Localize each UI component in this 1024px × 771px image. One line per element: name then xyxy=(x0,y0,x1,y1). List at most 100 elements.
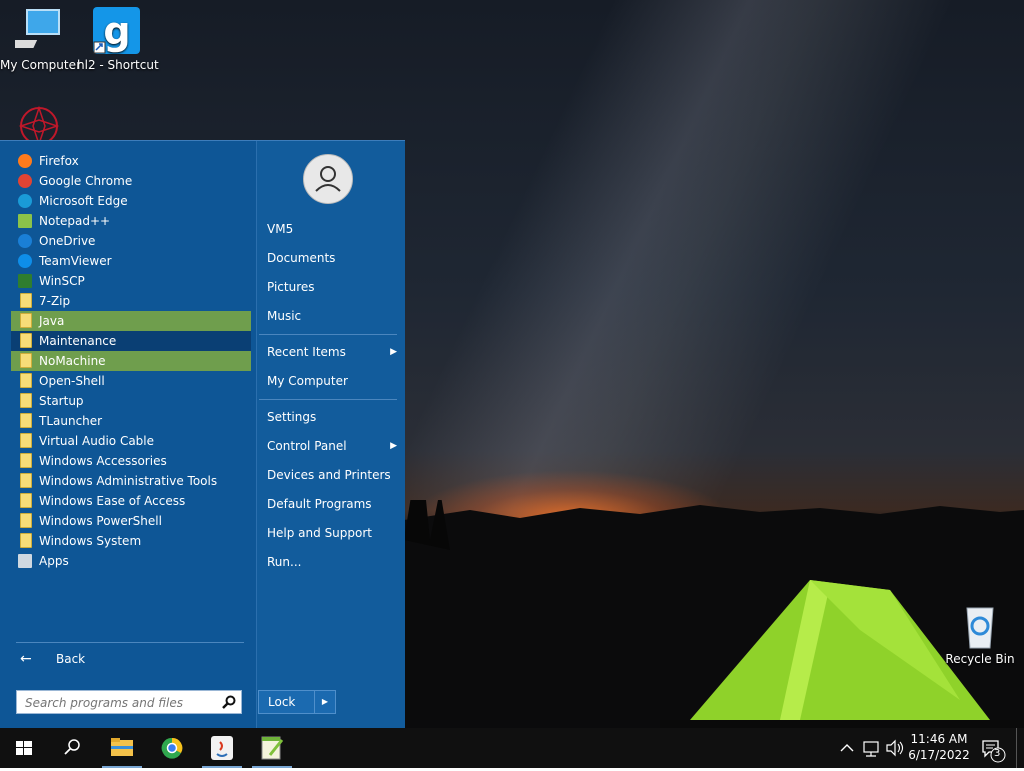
mandala-desktop-icon[interactable] xyxy=(16,104,62,140)
show-desktop-button[interactable] xyxy=(1016,728,1024,768)
program-item[interactable]: Open-Shell xyxy=(11,371,251,391)
program-label: TLauncher xyxy=(39,414,103,428)
folder-icon xyxy=(20,433,32,448)
user-avatar[interactable] xyxy=(303,154,353,204)
notification-icon xyxy=(982,740,1006,763)
folder-icon xyxy=(20,453,32,468)
program-item[interactable]: NoMachine xyxy=(11,351,251,371)
taskbar-file-explorer[interactable] xyxy=(98,728,146,768)
volume-button[interactable] xyxy=(884,728,906,768)
hl2-shortcut-desktop-icon[interactable]: g hl2 - Shortcut xyxy=(77,6,159,72)
action-center-button[interactable]: 3 xyxy=(978,728,1008,768)
recycle-bin-icon xyxy=(955,600,1005,650)
program-item[interactable]: TLauncher xyxy=(11,411,251,431)
my-computer-label: My Computer xyxy=(267,374,348,388)
program-item[interactable]: Notepad++ xyxy=(11,211,251,231)
clock[interactable]: 11:46 AM 6/17/2022 xyxy=(906,731,972,763)
my-computer-item[interactable]: My Computer xyxy=(267,370,397,392)
program-item[interactable]: Java xyxy=(11,311,251,331)
divider xyxy=(259,334,397,335)
program-item[interactable]: TeamViewer xyxy=(11,251,251,271)
program-item[interactable]: Microsoft Edge xyxy=(11,191,251,211)
lock-button[interactable]: Lock ▶ xyxy=(258,690,336,714)
svg-text:g: g xyxy=(103,9,130,53)
program-label: 7-Zip xyxy=(39,294,71,308)
user-label: VM5 xyxy=(267,222,294,236)
program-item[interactable]: Google Chrome xyxy=(11,171,251,191)
program-label: WinSCP xyxy=(39,274,85,288)
control-panel-item[interactable]: Control Panel ▶ xyxy=(267,435,397,457)
program-label: Firefox xyxy=(39,154,79,168)
taskbar-notepadpp[interactable] xyxy=(248,728,296,768)
folder-icon xyxy=(20,493,32,508)
network-button[interactable] xyxy=(860,728,884,768)
recycle-bin-desktop-icon[interactable]: Recycle Bin xyxy=(940,600,1020,666)
music-item[interactable]: Music xyxy=(267,305,397,327)
lock-label: Lock xyxy=(268,695,296,709)
program-item[interactable]: Apps xyxy=(11,551,251,571)
lock-options-arrow-icon[interactable]: ▶ xyxy=(314,691,335,713)
divider xyxy=(16,642,244,643)
pictures-item[interactable]: Pictures xyxy=(267,276,397,298)
computer-icon xyxy=(0,6,65,56)
program-item[interactable]: Windows Ease of Access xyxy=(11,491,251,511)
speaker-icon xyxy=(886,739,904,757)
program-item[interactable]: Virtual Audio Cable xyxy=(11,431,251,451)
program-label: NoMachine xyxy=(39,354,106,368)
program-item[interactable]: Firefox xyxy=(11,151,251,171)
default-programs-item[interactable]: Default Programs xyxy=(267,493,397,515)
divider xyxy=(259,399,397,400)
submenu-arrow-icon: ▶ xyxy=(390,441,397,451)
documents-label: Documents xyxy=(267,251,336,265)
folder-icon xyxy=(20,313,32,328)
back-button[interactable]: ← Back xyxy=(16,649,242,671)
java-icon xyxy=(211,736,233,760)
firefox-icon xyxy=(18,154,32,168)
start-menu: Firefox Google Chrome Microsoft Edge Notepa… xyxy=(0,140,405,729)
mandala-icon xyxy=(18,105,60,140)
run-item[interactable]: Run... xyxy=(267,551,397,573)
program-item[interactable]: Windows PowerShell xyxy=(11,511,251,531)
submenu-arrow-icon: ▶ xyxy=(390,347,397,357)
windows-logo-icon xyxy=(16,741,32,755)
recent-items-item[interactable]: Recent Items ▶ xyxy=(267,341,397,363)
notepadpp-icon xyxy=(261,736,284,760)
devices-printers-item[interactable]: Devices and Printers xyxy=(267,464,397,486)
chevron-up-icon xyxy=(840,744,854,752)
folder-icon xyxy=(20,413,32,428)
onedrive-icon xyxy=(18,234,32,248)
folder-icon xyxy=(20,533,32,548)
help-support-item[interactable]: Help and Support xyxy=(267,522,397,544)
program-label: Notepad++ xyxy=(39,214,111,228)
settings-item[interactable]: Settings xyxy=(267,406,397,428)
search-box[interactable] xyxy=(16,690,242,714)
start-button[interactable] xyxy=(0,728,48,768)
garrys-mod-icon: g xyxy=(92,6,142,56)
program-label: Java xyxy=(39,314,65,328)
show-hidden-icons-button[interactable] xyxy=(836,728,858,768)
program-item[interactable]: Windows Administrative Tools xyxy=(11,471,251,491)
programs-pane: Firefox Google Chrome Microsoft Edge Notepa… xyxy=(0,141,256,729)
run-label: Run... xyxy=(267,555,302,569)
search-input[interactable] xyxy=(23,694,217,712)
taskbar-chrome[interactable] xyxy=(148,728,196,768)
program-item[interactable]: Windows Accessories xyxy=(11,451,251,471)
folder-icon xyxy=(20,353,32,368)
program-item[interactable]: Windows System xyxy=(11,531,251,551)
documents-item[interactable]: Documents xyxy=(267,247,397,269)
program-label: Google Chrome xyxy=(39,174,133,188)
settings-label: Settings xyxy=(267,410,317,424)
program-item[interactable]: 7-Zip xyxy=(11,291,251,311)
user-folder-item[interactable]: VM5 xyxy=(267,218,397,240)
program-item[interactable]: Startup xyxy=(11,391,251,411)
folder-icon xyxy=(20,293,32,308)
program-label: Windows Accessories xyxy=(39,454,167,468)
program-item[interactable]: OneDrive xyxy=(11,231,251,251)
taskbar-java[interactable] xyxy=(198,728,246,768)
program-item[interactable]: WinSCP xyxy=(11,271,251,291)
taskbar-search-button[interactable] xyxy=(48,728,96,768)
program-item[interactable]: Maintenance xyxy=(11,331,251,351)
program-label: Apps xyxy=(39,554,69,568)
my-computer-desktop-icon[interactable]: My Computer xyxy=(0,6,81,72)
program-label: OneDrive xyxy=(39,234,96,248)
